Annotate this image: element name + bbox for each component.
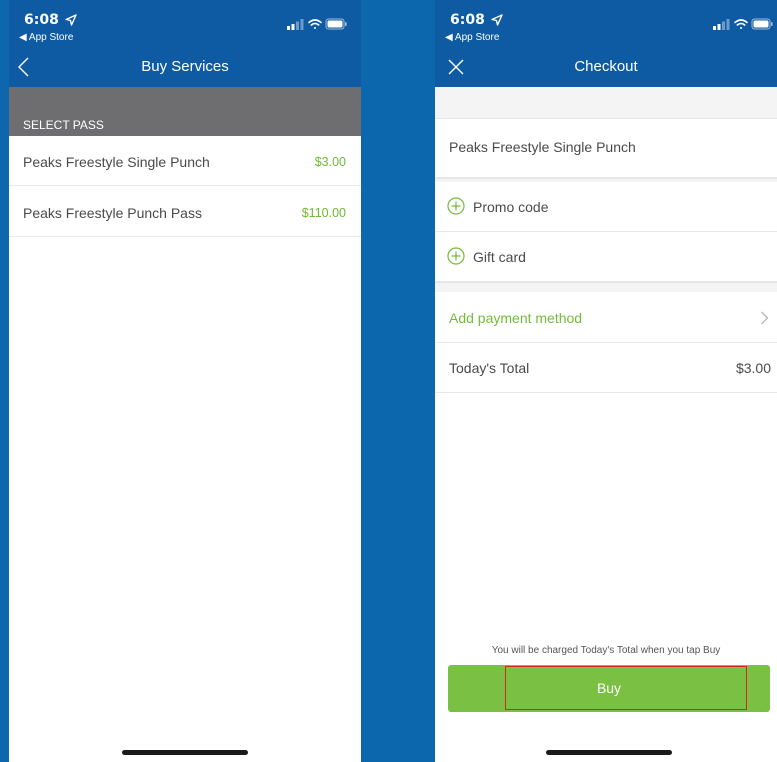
wifi-icon <box>734 19 748 29</box>
pass-price: $110.00 <box>301 206 346 220</box>
add-payment-method-row[interactable]: Add payment method <box>435 292 777 343</box>
plus-circle-icon <box>447 247 465 265</box>
battery-icon <box>325 18 347 30</box>
divider <box>435 87 777 119</box>
status-icons <box>713 18 773 30</box>
cellular-signal-icon <box>287 19 304 30</box>
status-time: 6:08 <box>450 12 485 28</box>
back-to-app-store-link[interactable]: ◀ App Store <box>445 32 499 43</box>
location-arrow-icon <box>491 14 503 26</box>
home-indicator[interactable] <box>546 750 672 755</box>
page-title: Buy Services <box>141 58 229 75</box>
todays-total-value: $3.00 <box>735 360 771 376</box>
page-title: Checkout <box>574 58 638 75</box>
location-arrow-icon <box>65 14 77 26</box>
promo-code-label: Promo code <box>473 199 549 215</box>
pass-price: $3.00 <box>314 155 346 169</box>
chevron-right-icon <box>761 311 769 325</box>
checkout-item-row: Peaks Freestyle Single Punch <box>435 120 777 178</box>
gift-card-label: Gift card <box>473 249 526 265</box>
pass-name: Peaks Freestyle Punch Pass <box>23 205 202 221</box>
buy-button[interactable]: Buy <box>448 665 770 712</box>
buy-services-screen: 6:08 ◀ App Store Buy Services SELECT PAS… <box>9 0 361 762</box>
wifi-icon <box>308 19 322 29</box>
section-header: SELECT PASS <box>9 87 361 136</box>
todays-total-row: Today's Total $3.00 <box>435 343 777 393</box>
add-payment-method-label: Add payment method <box>449 310 583 326</box>
status-time: 6:08 <box>24 12 59 28</box>
battery-icon <box>751 18 773 30</box>
pass-row-single-punch[interactable]: Peaks Freestyle Single Punch $3.00 <box>9 136 361 186</box>
todays-total-label: Today's Total <box>449 360 530 376</box>
back-to-app-store-link[interactable]: ◀ App Store <box>19 32 73 43</box>
home-indicator[interactable] <box>122 750 248 755</box>
highlight-box <box>505 666 747 710</box>
status-icons <box>287 18 347 30</box>
gift-card-row[interactable]: Gift card <box>435 232 777 282</box>
checkout-item-name: Peaks Freestyle Single Punch <box>449 139 636 155</box>
pass-row-punch-pass[interactable]: Peaks Freestyle Punch Pass $110.00 <box>9 187 361 237</box>
promo-code-row[interactable]: Promo code <box>435 182 777 232</box>
section-header-label: SELECT PASS <box>23 118 104 132</box>
cellular-signal-icon <box>713 19 730 30</box>
checkout-screen: 6:08 ◀ App Store Checkout Peaks Freestyl… <box>435 0 777 762</box>
nav-header: 6:08 ◀ App Store <box>9 0 361 87</box>
nav-header: 6:08 ◀ App Store <box>435 0 777 87</box>
plus-circle-icon <box>447 197 465 215</box>
pass-name: Peaks Freestyle Single Punch <box>23 154 210 170</box>
charge-disclaimer: You will be charged Today's Total when y… <box>491 645 721 656</box>
